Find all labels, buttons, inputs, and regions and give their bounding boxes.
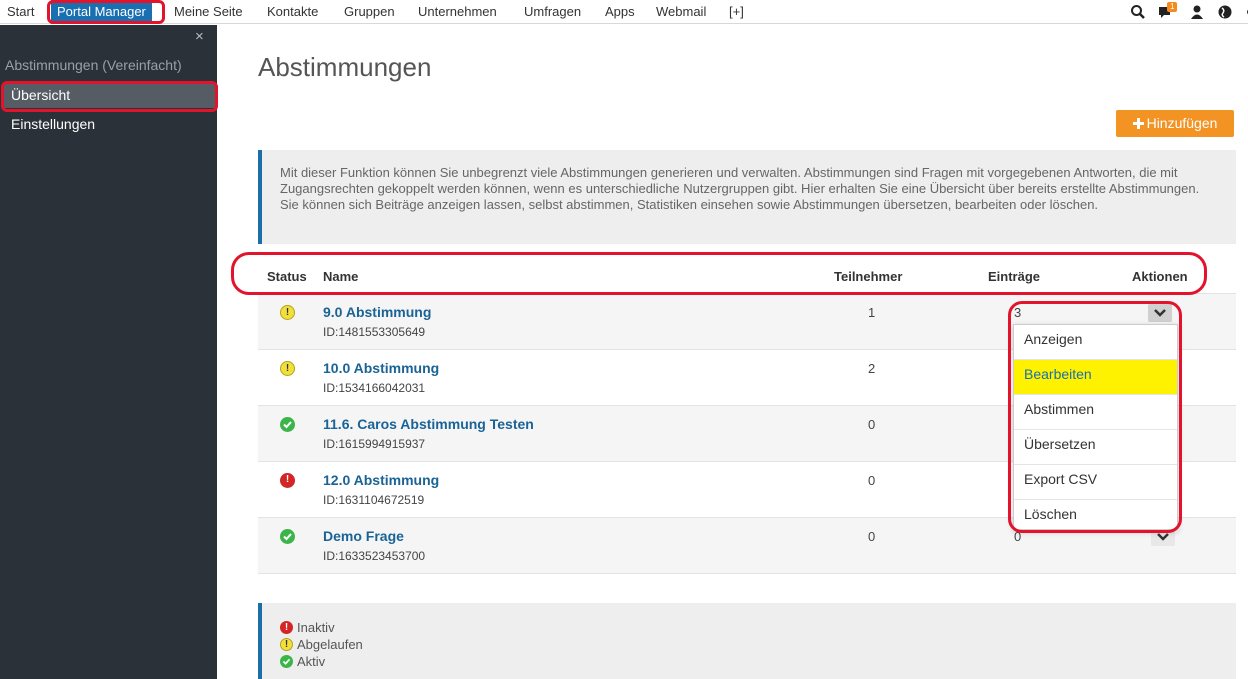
nav-apps[interactable]: Apps <box>605 0 635 24</box>
nav-kontakte[interactable]: Kontakte <box>267 0 318 24</box>
header-entries: Einträge <box>988 269 1041 284</box>
actions-dropdown-button[interactable] <box>1148 304 1172 322</box>
poll-name-link[interactable]: 12.0 Abstimmung <box>323 472 439 488</box>
legend-expired: ! Abgelaufen <box>280 636 363 652</box>
check-icon <box>280 529 295 544</box>
poll-name-link[interactable]: 11.6. Caros Abstimmung Testen <box>323 416 534 432</box>
participants-count: 2 <box>868 361 876 376</box>
info-box: Mit dieser Funktion können Sie unbegrenz… <box>258 150 1236 244</box>
legend-inactive: ! Inaktiv <box>280 619 335 635</box>
poll-id: ID:1481553305649 <box>323 325 426 339</box>
top-navigation: Start Portal Manager Meine Seite Kontakt… <box>0 0 1248 24</box>
header-status: Status <box>267 269 307 284</box>
nav-start[interactable]: Start <box>7 0 34 24</box>
participants-count: 0 <box>868 417 876 432</box>
error-icon: ! <box>280 621 293 634</box>
menu-item-uebersetzen[interactable]: Übersetzen <box>1014 430 1177 465</box>
participants-count: 0 <box>868 529 876 544</box>
sidebar: × Abstimmungen (Vereinfacht) Übersicht E… <box>0 25 217 679</box>
participants-count: 1 <box>868 305 876 320</box>
menu-item-loeschen[interactable]: Löschen <box>1014 500 1177 535</box>
check-icon <box>280 655 293 668</box>
check-icon <box>280 417 295 432</box>
nav-add-tab[interactable]: [+] <box>729 0 744 24</box>
chevron-down-icon <box>1154 309 1166 317</box>
participants-count: 0 <box>868 473 876 488</box>
notification-badge: 1 <box>1167 2 1178 12</box>
status-legend: ! Inaktiv ! Abgelaufen Aktiv <box>258 603 1236 679</box>
add-button[interactable]: Hinzufügen <box>1116 110 1234 137</box>
header-participants: Teilnehmer <box>834 269 903 284</box>
error-icon: ! <box>280 473 295 488</box>
actions-dropdown-menu: Anzeigen Bearbeiten Abstimmen Übersetzen… <box>1013 324 1178 530</box>
poll-name-link[interactable]: 10.0 Abstimmung <box>323 360 439 376</box>
menu-item-export-csv[interactable]: Export CSV <box>1014 465 1177 500</box>
legend-active: Aktiv <box>280 653 325 669</box>
poll-name-link[interactable]: Demo Frage <box>323 528 404 544</box>
table-header: Status Name Teilnehmer Einträge Aktionen <box>258 260 1236 292</box>
nav-portal-manager[interactable]: Portal Manager <box>51 0 152 24</box>
warning-icon: ! <box>280 305 295 320</box>
menu-item-bearbeiten[interactable]: Bearbeiten <box>1014 360 1177 395</box>
menu-item-abstimmen[interactable]: Abstimmen <box>1014 395 1177 430</box>
search-icon[interactable] <box>1130 4 1146 20</box>
nav-webmail[interactable]: Webmail <box>656 0 706 24</box>
nav-gruppen[interactable]: Gruppen <box>344 0 395 24</box>
add-button-label: Hinzufügen <box>1146 115 1218 131</box>
overflow-icon[interactable] <box>1240 4 1248 20</box>
sidebar-section-title: Abstimmungen (Vereinfacht) <box>5 57 182 73</box>
warning-icon: ! <box>280 638 293 651</box>
globe-icon[interactable] <box>1217 4 1233 20</box>
poll-name-link[interactable]: 9.0 Abstimmung <box>323 304 431 320</box>
nav-unternehmen[interactable]: Unternehmen <box>418 0 497 24</box>
poll-id: ID:1534166042031 <box>323 381 426 395</box>
header-name: Name <box>323 269 359 284</box>
poll-id: ID:1631104672519 <box>323 493 425 507</box>
close-icon[interactable]: × <box>195 28 204 45</box>
plus-icon <box>1132 118 1144 129</box>
legend-inactive-label: Inaktiv <box>297 620 335 635</box>
legend-active-label: Aktiv <box>297 654 326 669</box>
header-actions: Aktionen <box>1132 269 1188 284</box>
poll-id: ID:1615994915937 <box>323 437 426 451</box>
nav-umfragen[interactable]: Umfragen <box>524 0 581 24</box>
page-title: Abstimmungen <box>258 52 432 82</box>
warning-icon: ! <box>280 361 295 376</box>
legend-expired-label: Abgelaufen <box>297 637 363 652</box>
user-icon[interactable] <box>1189 4 1205 20</box>
menu-item-anzeigen[interactable]: Anzeigen <box>1014 325 1177 360</box>
sidebar-item-uebersicht[interactable]: Übersicht <box>4 82 215 108</box>
poll-id: ID:1633523453700 <box>323 549 426 563</box>
sidebar-item-einstellungen[interactable]: Einstellungen <box>4 111 215 137</box>
nav-meine-seite[interactable]: Meine Seite <box>174 0 243 24</box>
entries-count: 3 <box>1014 305 1022 320</box>
